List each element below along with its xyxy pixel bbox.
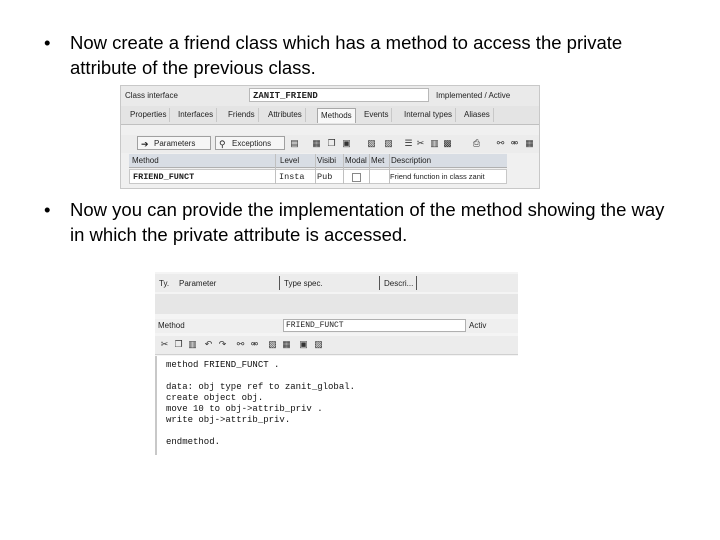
col-method: Method xyxy=(132,156,159,165)
col-level: Level xyxy=(280,156,300,165)
column-divider xyxy=(275,154,276,184)
print-icon[interactable]: ⎙ xyxy=(471,138,482,149)
row-visibility[interactable]: Pub xyxy=(317,172,332,182)
arrow-right-icon: ➔ xyxy=(141,139,149,149)
row-level[interactable]: Insta xyxy=(279,172,305,182)
col-type-spec: Type spec. xyxy=(284,279,323,288)
col-type: Ty. xyxy=(159,279,170,288)
parameters-button[interactable]: ➔ Parameters xyxy=(137,136,211,150)
col-description: Description xyxy=(391,156,432,165)
column-divider xyxy=(369,154,370,184)
copy-icon[interactable]: ❐ xyxy=(326,138,337,149)
bullet-marker: • xyxy=(44,199,51,220)
method-label: Method xyxy=(158,321,185,330)
detail-view-icon[interactable]: ▨ xyxy=(383,138,394,149)
delete-row-icon[interactable]: ▣ xyxy=(341,138,352,149)
paste-icon[interactable]: ▥ xyxy=(429,138,440,149)
method-name-row: Method FRIEND_FUNCT Activ xyxy=(155,319,518,333)
parameter-area xyxy=(155,294,518,314)
tab-methods[interactable]: Methods xyxy=(317,108,356,123)
method-toolbar: ➔ Parameters ⚲ Exceptions ▤ ▦ ❐ ▣ ▧ ▨ ☰ … xyxy=(121,135,539,153)
code-line: method FRIEND_FUNCT . xyxy=(166,360,280,370)
col-met: Met xyxy=(371,156,385,165)
bullet-text: Now you can provide the implementation o… xyxy=(70,199,665,245)
column-divider xyxy=(379,276,380,290)
class-header-row: Class interface ZANIT_FRIEND Implemented… xyxy=(121,86,539,106)
row-description[interactable]: Friend function in class zanit xyxy=(390,172,485,181)
row-method-name[interactable]: FRIEND_FUNCT xyxy=(133,172,194,182)
search-icon: ⚲ xyxy=(219,139,226,149)
code-line: create object obj. xyxy=(166,393,264,403)
tab-friends[interactable]: Friends xyxy=(225,108,259,122)
tab-internal-types[interactable]: Internal types xyxy=(401,108,457,122)
class-builder-screenshot: Class interface ZANIT_FRIEND Implemented… xyxy=(120,85,540,189)
tab-properties[interactable]: Properties xyxy=(127,108,171,122)
bullet-marker: • xyxy=(44,32,51,53)
cut-icon[interactable]: ✂ xyxy=(415,138,426,149)
bullet-text: Now create a friend class which has a me… xyxy=(70,32,623,78)
column-divider xyxy=(343,154,344,184)
column-divider xyxy=(389,154,390,184)
code-editor[interactable]: method FRIEND_FUNCT . data: obj type ref… xyxy=(155,356,518,455)
col-parameter: Parameter xyxy=(179,279,217,288)
details-icon[interactable]: ▧ xyxy=(366,138,377,149)
method-editor-screenshot: Ty. Parameter Type spec. Descri... Metho… xyxy=(155,272,518,455)
tab-events[interactable]: Events xyxy=(361,108,393,122)
class-interface-label: Class interface xyxy=(125,91,178,100)
method-table-header: Method Level Visibi Modal Met Descriptio… xyxy=(129,154,507,168)
editor-toolbar: ✂ ❐ ▥ ↶ ↷ ⚯ ⚮ ▧ ▦ ▣ ▨ xyxy=(155,336,518,355)
col-modal: Modal xyxy=(345,156,367,165)
copy-icon[interactable]: ❐ xyxy=(173,339,184,350)
source-code-icon[interactable]: ▤ xyxy=(289,138,300,149)
tab-interfaces[interactable]: Interfaces xyxy=(175,108,218,122)
undo-icon[interactable]: ↶ xyxy=(203,339,214,350)
col-description: Descri... xyxy=(384,279,414,288)
pretty-printer-icon[interactable]: ▦ xyxy=(281,339,292,350)
tab-attributes[interactable]: Attributes xyxy=(265,108,306,122)
list-icon[interactable]: ☰ xyxy=(403,138,414,149)
parameters-button-label: Parameters xyxy=(154,139,196,148)
insert-statement-icon[interactable]: ▣ xyxy=(298,339,309,350)
table-row[interactable]: FRIEND_FUNCT Insta Pub Friend function i… xyxy=(129,169,507,184)
class-status: Implemented / Active xyxy=(436,91,511,100)
column-divider xyxy=(315,154,316,184)
code-line: endmethod. xyxy=(166,437,221,447)
code-line: data: obj type ref to zanit_global. xyxy=(166,382,356,392)
class-interface-field[interactable]: ZANIT_FRIEND xyxy=(249,88,429,102)
code-line: move 10 to obj->attrib_priv . xyxy=(166,404,323,414)
parameter-header-row: Ty. Parameter Type spec. Descri... xyxy=(155,274,518,292)
find-next-icon[interactable]: ⚮ xyxy=(509,138,520,149)
grid-icon[interactable]: ▦ xyxy=(524,138,535,149)
check-syntax-icon[interactable]: ▨ xyxy=(313,339,324,350)
exceptions-button-label: Exceptions xyxy=(232,139,272,148)
tab-aliases[interactable]: Aliases xyxy=(461,108,494,122)
cut-icon[interactable]: ✂ xyxy=(159,339,170,350)
method-status: Activ xyxy=(469,321,487,330)
method-name-field[interactable]: FRIEND_FUNCT xyxy=(283,319,466,332)
row-modal-checkbox[interactable] xyxy=(352,173,361,182)
find-icon[interactable]: ⚯ xyxy=(495,138,506,149)
exceptions-button[interactable]: ⚲ Exceptions xyxy=(215,136,285,150)
find-icon[interactable]: ⚯ xyxy=(235,339,246,350)
code-line: write obj->attrib_priv. xyxy=(166,415,291,425)
insert-row-icon[interactable]: ▦ xyxy=(311,138,322,149)
redo-icon[interactable]: ↷ xyxy=(217,339,228,350)
class-tab-strip: Properties Interfaces Friends Attributes… xyxy=(121,106,539,125)
paste-icon[interactable]: ▥ xyxy=(187,339,198,350)
pattern-icon[interactable]: ▧ xyxy=(267,339,278,350)
column-divider xyxy=(416,276,417,290)
col-visibility: Visibi xyxy=(317,156,336,165)
clipboard-icon[interactable]: ▩ xyxy=(442,138,453,149)
column-divider xyxy=(279,276,280,290)
find-next-icon[interactable]: ⚮ xyxy=(249,339,260,350)
